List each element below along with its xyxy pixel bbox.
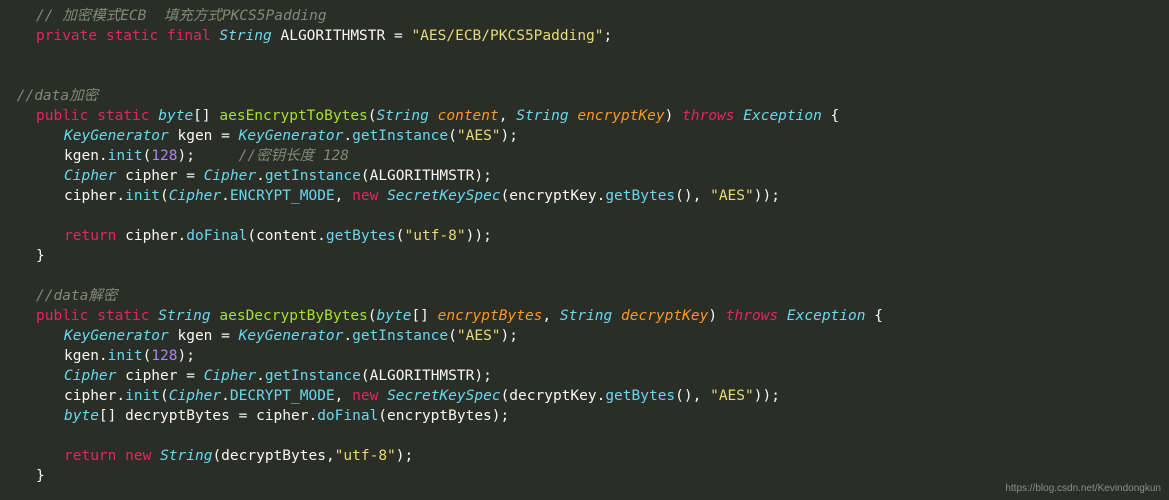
code-line: KeyGenerator kgen = KeyGenerator.getInst… bbox=[64, 126, 1169, 146]
code-line: kgen.init(128); //密钥长度 128 bbox=[64, 146, 1169, 166]
blank-line bbox=[8, 66, 1169, 86]
code-line: byte[] decryptBytes = cipher.doFinal(enc… bbox=[64, 406, 1169, 426]
code-line-comment: // 加密模式ECB 填充方式PKCS5Padding bbox=[36, 6, 1169, 26]
code-line: return cipher.doFinal(content.getBytes("… bbox=[64, 226, 1169, 246]
code-line-comment: //data解密 bbox=[36, 286, 1169, 306]
code-line-comment: //data加密 bbox=[8, 86, 1169, 106]
code-line: KeyGenerator kgen = KeyGenerator.getInst… bbox=[64, 326, 1169, 346]
code-line: kgen.init(128); bbox=[64, 346, 1169, 366]
code-line: Cipher cipher = Cipher.getInstance(ALGOR… bbox=[64, 166, 1169, 186]
blank-line bbox=[8, 206, 1169, 226]
code-line: cipher.init(Cipher.ENCRYPT_MODE, new Sec… bbox=[64, 186, 1169, 206]
code-line: private static final String ALGORITHMSTR… bbox=[36, 26, 1169, 46]
code-block: // 加密模式ECB 填充方式PKCS5Padding private stat… bbox=[8, 6, 1169, 486]
code-line: cipher.init(Cipher.DECRYPT_MODE, new Sec… bbox=[64, 386, 1169, 406]
code-line: } bbox=[36, 246, 1169, 266]
blank-line bbox=[8, 426, 1169, 446]
code-line-method: public static String aesDecryptByBytes(b… bbox=[36, 306, 1169, 326]
blank-line bbox=[8, 46, 1169, 66]
code-line-method: public static byte[] aesEncryptToBytes(S… bbox=[36, 106, 1169, 126]
code-line: } bbox=[36, 466, 1169, 486]
code-line: return new String(decryptBytes,"utf-8"); bbox=[64, 446, 1169, 466]
blank-line bbox=[8, 266, 1169, 286]
watermark-text: https://blog.csdn.net/Kevindongkun bbox=[1005, 482, 1161, 496]
code-line: Cipher cipher = Cipher.getInstance(ALGOR… bbox=[64, 366, 1169, 386]
